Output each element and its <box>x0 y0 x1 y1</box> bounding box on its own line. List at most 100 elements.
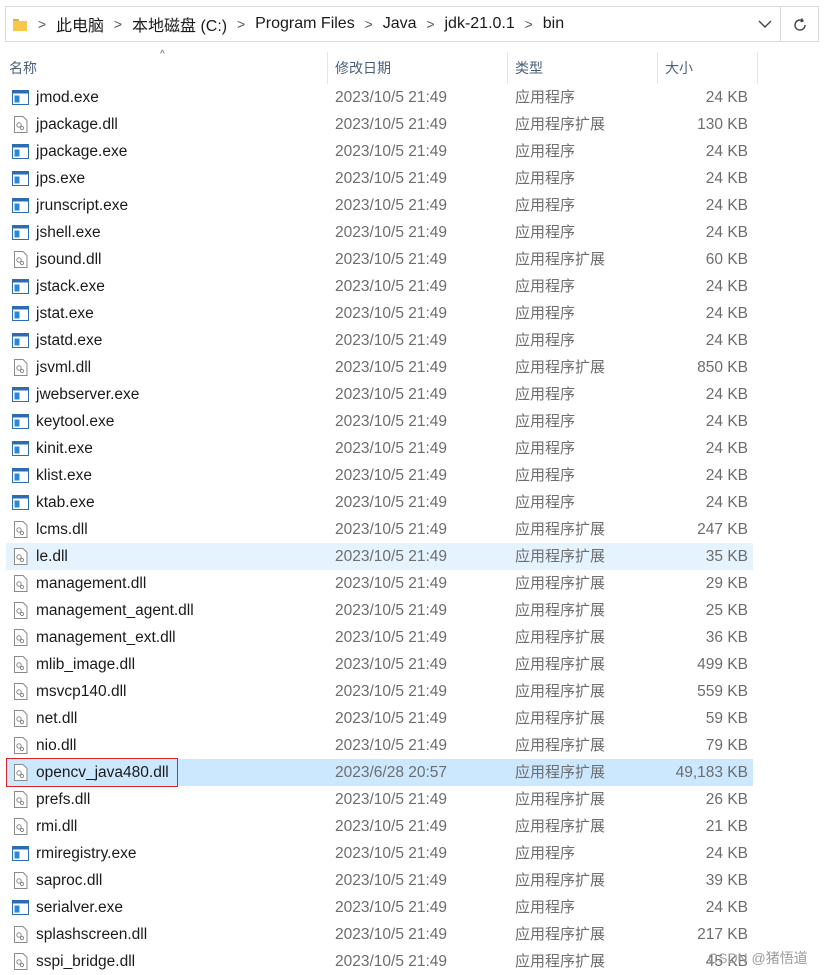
file-date: 2023/10/5 21:49 <box>335 197 448 214</box>
breadcrumb-separator[interactable]: > <box>227 16 255 32</box>
breadcrumb-item[interactable]: 本地磁盘 (C:) <box>132 12 227 36</box>
file-name[interactable]: jsvml.dll <box>36 354 91 381</box>
file-date: 2023/10/5 21:49 <box>335 251 448 268</box>
breadcrumb-item[interactable]: bin <box>543 15 564 33</box>
breadcrumb-separator[interactable]: > <box>28 16 56 32</box>
list-item[interactable]: klist.exe 2023/10/5 21:49 应用程序 24 KB <box>6 462 753 489</box>
breadcrumb-item[interactable]: Program Files <box>255 15 355 33</box>
list-item[interactable]: serialver.exe 2023/10/5 21:49 应用程序 24 KB <box>6 894 753 921</box>
list-item[interactable]: opencv_java480.dll 2023/6/28 20:57 应用程序扩展 4… <box>6 758 753 787</box>
list-item[interactable]: jstack.exe 2023/10/5 21:49 应用程序 24 KB <box>6 273 753 300</box>
file-name[interactable]: jstat.exe <box>36 300 94 327</box>
file-name[interactable]: net.dll <box>36 705 77 732</box>
list-item[interactable]: splashscreen.dll 2023/10/5 21:49 应用程序扩展 217… <box>6 921 753 948</box>
list-item[interactable]: ktab.exe 2023/10/5 21:49 应用程序 24 KB <box>6 489 753 516</box>
file-name[interactable]: lcms.dll <box>36 516 88 543</box>
list-item[interactable]: lcms.dll 2023/10/5 21:49 应用程序扩展 247 KB <box>6 516 753 543</box>
list-item[interactable]: mlib_image.dll 2023/10/5 21:49 应用程序扩展 499 K… <box>6 651 753 678</box>
file-name[interactable]: jps.exe <box>36 165 85 192</box>
column-divider[interactable] <box>757 52 758 84</box>
file-name[interactable]: ktab.exe <box>36 489 95 516</box>
file-name[interactable]: rmi.dll <box>36 813 77 840</box>
column-type[interactable]: 类型 <box>515 50 543 86</box>
file-name[interactable]: saproc.dll <box>36 867 102 894</box>
breadcrumb-item[interactable]: jdk-21.0.1 <box>445 15 515 33</box>
list-item[interactable]: management_ext.dll 2023/10/5 21:49 应用程序扩展 3… <box>6 624 753 651</box>
list-item[interactable]: net.dll 2023/10/5 21:49 应用程序扩展 59 KB <box>6 705 753 732</box>
file-name[interactable]: mlib_image.dll <box>36 651 135 678</box>
list-item[interactable]: msvcp140.dll 2023/10/5 21:49 应用程序扩展 559 KB <box>6 678 753 705</box>
breadcrumb-separator[interactable]: > <box>417 16 445 32</box>
column-divider[interactable] <box>657 52 658 84</box>
file-name[interactable]: rmiregistry.exe <box>36 840 136 867</box>
file-size: 24 KB <box>705 845 748 862</box>
breadcrumb-separator[interactable]: > <box>355 16 383 32</box>
file-name[interactable]: msvcp140.dll <box>36 678 126 705</box>
breadcrumb-separator[interactable]: > <box>104 16 132 32</box>
dll-icon <box>14 791 28 808</box>
column-divider[interactable] <box>327 52 328 84</box>
column-divider[interactable] <box>507 52 508 84</box>
chevron-down-icon[interactable] <box>758 18 772 30</box>
list-item[interactable]: rmiregistry.exe 2023/10/5 21:49 应用程序 24 KB <box>6 840 753 867</box>
list-item[interactable]: jps.exe 2023/10/5 21:49 应用程序 24 KB <box>6 165 753 192</box>
list-item[interactable]: management_agent.dll 2023/10/5 21:49 应用程序扩… <box>6 597 753 624</box>
file-size: 59 KB <box>705 710 748 727</box>
file-name[interactable]: jstack.exe <box>36 273 105 300</box>
file-type: 应用程序 <box>515 89 576 106</box>
file-name[interactable]: prefs.dll <box>36 786 90 813</box>
breadcrumb-separator[interactable]: > <box>515 16 543 32</box>
list-item[interactable]: jshell.exe 2023/10/5 21:49 应用程序 24 KB <box>6 219 753 246</box>
list-item[interactable]: rmi.dll 2023/10/5 21:49 应用程序扩展 21 KB <box>6 813 753 840</box>
list-item[interactable]: kinit.exe 2023/10/5 21:49 应用程序 24 KB <box>6 435 753 462</box>
file-type: 应用程序扩展 <box>515 116 606 133</box>
file-name[interactable]: management_agent.dll <box>36 597 194 624</box>
file-name[interactable]: sspi_bridge.dll <box>36 948 135 975</box>
file-name[interactable]: jpackage.dll <box>36 111 118 138</box>
file-name[interactable]: kinit.exe <box>36 435 93 462</box>
address-bar[interactable]: > 此电脑 > 本地磁盘 (C:) > Program Files > Java > jdk-21… <box>5 6 781 42</box>
file-name[interactable]: management_ext.dll <box>36 624 176 651</box>
file-name[interactable]: serialver.exe <box>36 894 123 921</box>
column-date[interactable]: 修改日期 <box>335 50 391 86</box>
file-name[interactable]: jpackage.exe <box>36 138 127 165</box>
file-size: 499 KB <box>697 656 748 673</box>
list-item[interactable]: jmod.exe 2023/10/5 21:49 应用程序 24 KB <box>6 84 753 111</box>
list-item[interactable]: jwebserver.exe 2023/10/5 21:49 应用程序 24 KB <box>6 381 753 408</box>
file-name[interactable]: jshell.exe <box>36 219 101 246</box>
list-item[interactable]: jsound.dll 2023/10/5 21:49 应用程序扩展 60 KB <box>6 246 753 273</box>
list-item[interactable]: sspi_bridge.dll 2023/10/5 21:49 应用程序扩展 45 K… <box>6 948 753 975</box>
file-name[interactable]: jsound.dll <box>36 246 102 273</box>
list-item[interactable]: management.dll 2023/10/5 21:49 应用程序扩展 29 KB <box>6 570 753 597</box>
list-item[interactable]: saproc.dll 2023/10/5 21:49 应用程序扩展 39 KB <box>6 867 753 894</box>
column-size[interactable]: 大小 <box>665 50 693 86</box>
breadcrumb-item[interactable]: Java <box>383 15 417 33</box>
file-name[interactable]: klist.exe <box>36 462 92 489</box>
file-name[interactable]: jmod.exe <box>36 84 99 111</box>
file-name[interactable]: keytool.exe <box>36 408 114 435</box>
file-name[interactable]: opencv_java480.dll <box>36 759 169 786</box>
list-item[interactable]: jpackage.dll 2023/10/5 21:49 应用程序扩展 130 KB <box>6 111 753 138</box>
list-item[interactable]: jpackage.exe 2023/10/5 21:49 应用程序 24 KB <box>6 138 753 165</box>
breadcrumb-item[interactable]: 此电脑 <box>56 12 104 36</box>
list-item[interactable]: jstat.exe 2023/10/5 21:49 应用程序 24 KB <box>6 300 753 327</box>
file-type: 应用程序扩展 <box>515 737 606 754</box>
file-name[interactable]: splashscreen.dll <box>36 921 147 948</box>
file-name[interactable]: management.dll <box>36 570 146 597</box>
list-item[interactable]: prefs.dll 2023/10/5 21:49 应用程序扩展 26 KB <box>6 786 753 813</box>
exe-icon <box>12 279 29 294</box>
list-item[interactable]: jsvml.dll 2023/10/5 21:49 应用程序扩展 850 KB <box>6 354 753 381</box>
list-item[interactable]: nio.dll 2023/10/5 21:49 应用程序扩展 79 KB <box>6 732 753 759</box>
refresh-button[interactable] <box>781 6 819 42</box>
file-name[interactable]: jwebserver.exe <box>36 381 139 408</box>
list-item[interactable]: keytool.exe 2023/10/5 21:49 应用程序 24 KB <box>6 408 753 435</box>
column-name[interactable]: 名称 <box>9 50 37 86</box>
file-name[interactable]: nio.dll <box>36 732 77 759</box>
file-name[interactable]: jrunscript.exe <box>36 192 128 219</box>
file-date: 2023/10/5 21:49 <box>335 737 448 754</box>
list-item[interactable]: jstatd.exe 2023/10/5 21:49 应用程序 24 KB <box>6 327 753 354</box>
file-name[interactable]: jstatd.exe <box>36 327 102 354</box>
list-item[interactable]: jrunscript.exe 2023/10/5 21:49 应用程序 24 KB <box>6 192 753 219</box>
file-name[interactable]: le.dll <box>36 543 68 570</box>
list-item[interactable]: le.dll 2023/10/5 21:49 应用程序扩展 35 KB <box>6 543 753 570</box>
